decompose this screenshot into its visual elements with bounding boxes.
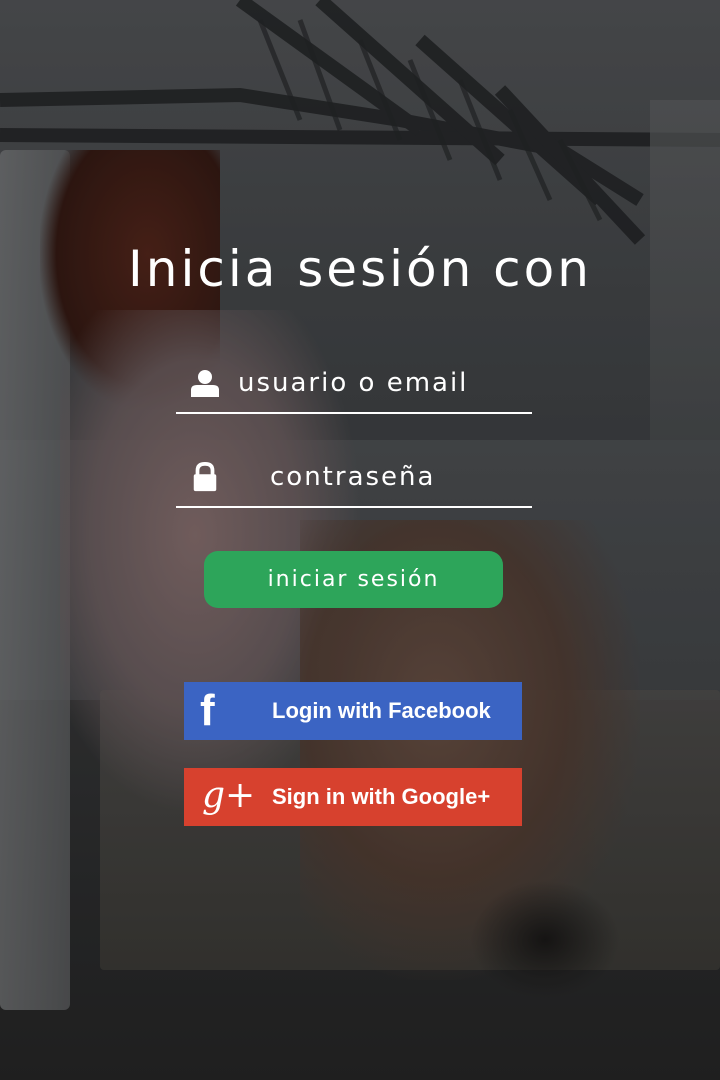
lock-icon — [193, 462, 217, 492]
password-placeholder: contraseña — [270, 462, 436, 492]
facebook-login-label: Login with Facebook — [272, 698, 491, 723]
facebook-login-button[interactable]: f Login with Facebook — [184, 682, 522, 740]
background-dim-overlay — [0, 0, 720, 1080]
password-field[interactable]: contraseña — [176, 456, 532, 508]
google-plus-icon: g+ — [202, 775, 256, 816]
background-photo — [0, 0, 720, 1080]
username-placeholder: usuario o email — [238, 368, 469, 398]
login-button[interactable]: iniciar sesión — [204, 551, 503, 608]
google-signin-button[interactable]: g+ Sign in with Google+ — [184, 768, 522, 826]
facebook-icon: f — [200, 686, 215, 735]
username-field[interactable]: usuario o email — [176, 362, 532, 414]
google-signin-label: Sign in with Google+ — [272, 784, 491, 809]
page-title: Inicia sesión con — [128, 240, 592, 298]
user-icon — [191, 370, 219, 397]
